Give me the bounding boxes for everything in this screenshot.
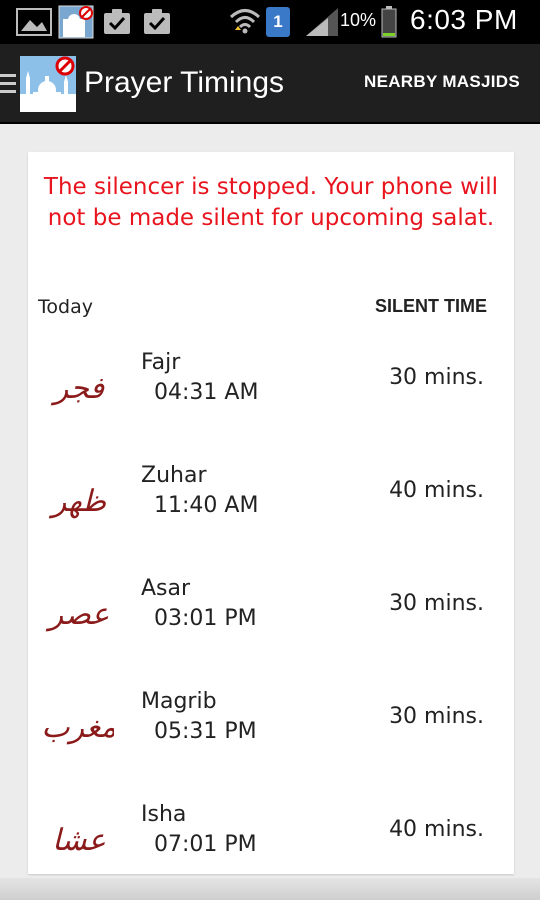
app-title: Prayer Timings bbox=[84, 66, 285, 99]
action-bar: Prayer Timings NEARBY MASJIDS bbox=[0, 44, 540, 124]
calligraphy-text: عصر bbox=[45, 597, 109, 632]
clock: 6:03 PM bbox=[410, 4, 518, 35]
calligraphy-text: مغرب bbox=[44, 710, 114, 745]
battery-icon bbox=[381, 6, 397, 38]
status-bar: 1 10% 6:03 PM bbox=[0, 0, 540, 44]
zuhar-calligraphy-icon: ظهر bbox=[48, 484, 107, 519]
battery-percentage: 10% bbox=[340, 10, 377, 30]
menu-icon[interactable] bbox=[0, 74, 16, 96]
task-check-icon bbox=[104, 9, 130, 34]
prayer-name: Isha bbox=[141, 802, 187, 827]
prayer-name: Fajr bbox=[141, 350, 181, 375]
prayer-time: 11:40 AM bbox=[154, 493, 259, 518]
silencer-status-notice: The silencer is stopped. Your phone will… bbox=[43, 174, 499, 231]
app-logo-icon[interactable] bbox=[20, 56, 76, 112]
prayer-row-asar[interactable]: عصر Asar 03:01 PM 30 mins. bbox=[28, 576, 514, 686]
calligraphy-text: فجر bbox=[50, 371, 105, 406]
today-label: Today bbox=[38, 296, 93, 318]
prayer-card: The silencer is stopped. Your phone will… bbox=[28, 152, 514, 874]
isha-calligraphy-icon: عشا bbox=[52, 823, 106, 858]
prayer-row-fajr[interactable]: فجر Fajr 04:31 AM 30 mins. bbox=[28, 350, 514, 460]
nearby-masjids-button[interactable]: NEARBY MASJIDS bbox=[364, 72, 520, 92]
silent-duration[interactable]: 40 mins. bbox=[389, 817, 484, 842]
silent-duration[interactable]: 30 mins. bbox=[389, 704, 484, 729]
signal-icon bbox=[306, 8, 338, 36]
gallery-icon bbox=[16, 8, 52, 36]
asar-calligraphy-icon: عصر bbox=[45, 597, 109, 632]
prayer-time: 07:01 PM bbox=[154, 832, 257, 857]
prayer-time: 04:31 AM bbox=[154, 380, 259, 405]
fajr-calligraphy-icon: فجر bbox=[50, 371, 105, 406]
prayer-row-zuhar[interactable]: ظهر Zuhar 11:40 AM 40 mins. bbox=[28, 463, 514, 573]
prayer-row-magrib[interactable]: مغرب Magrib 05:31 PM 30 mins. bbox=[28, 689, 514, 799]
prayer-name: Magrib bbox=[141, 689, 217, 714]
silencer-app-icon bbox=[58, 5, 94, 39]
magrib-calligraphy-icon: مغرب bbox=[44, 710, 114, 745]
prayer-name: Zuhar bbox=[141, 463, 207, 488]
prayer-time: 05:31 PM bbox=[154, 719, 257, 744]
silent-duration[interactable]: 30 mins. bbox=[389, 365, 484, 390]
silent-duration[interactable]: 40 mins. bbox=[389, 478, 484, 503]
calligraphy-text: عشا bbox=[52, 823, 106, 858]
prayer-time: 03:01 PM bbox=[154, 606, 257, 631]
notification-badge-icon: 1 bbox=[266, 7, 290, 37]
prayer-name: Asar bbox=[141, 576, 191, 601]
bottom-edge bbox=[0, 878, 540, 900]
wifi-icon bbox=[229, 9, 261, 34]
task-check-icon bbox=[144, 9, 170, 34]
silent-duration[interactable]: 30 mins. bbox=[389, 591, 484, 616]
silent-time-header: SILENT TIME bbox=[375, 296, 487, 316]
calligraphy-text: ظهر bbox=[48, 484, 107, 519]
